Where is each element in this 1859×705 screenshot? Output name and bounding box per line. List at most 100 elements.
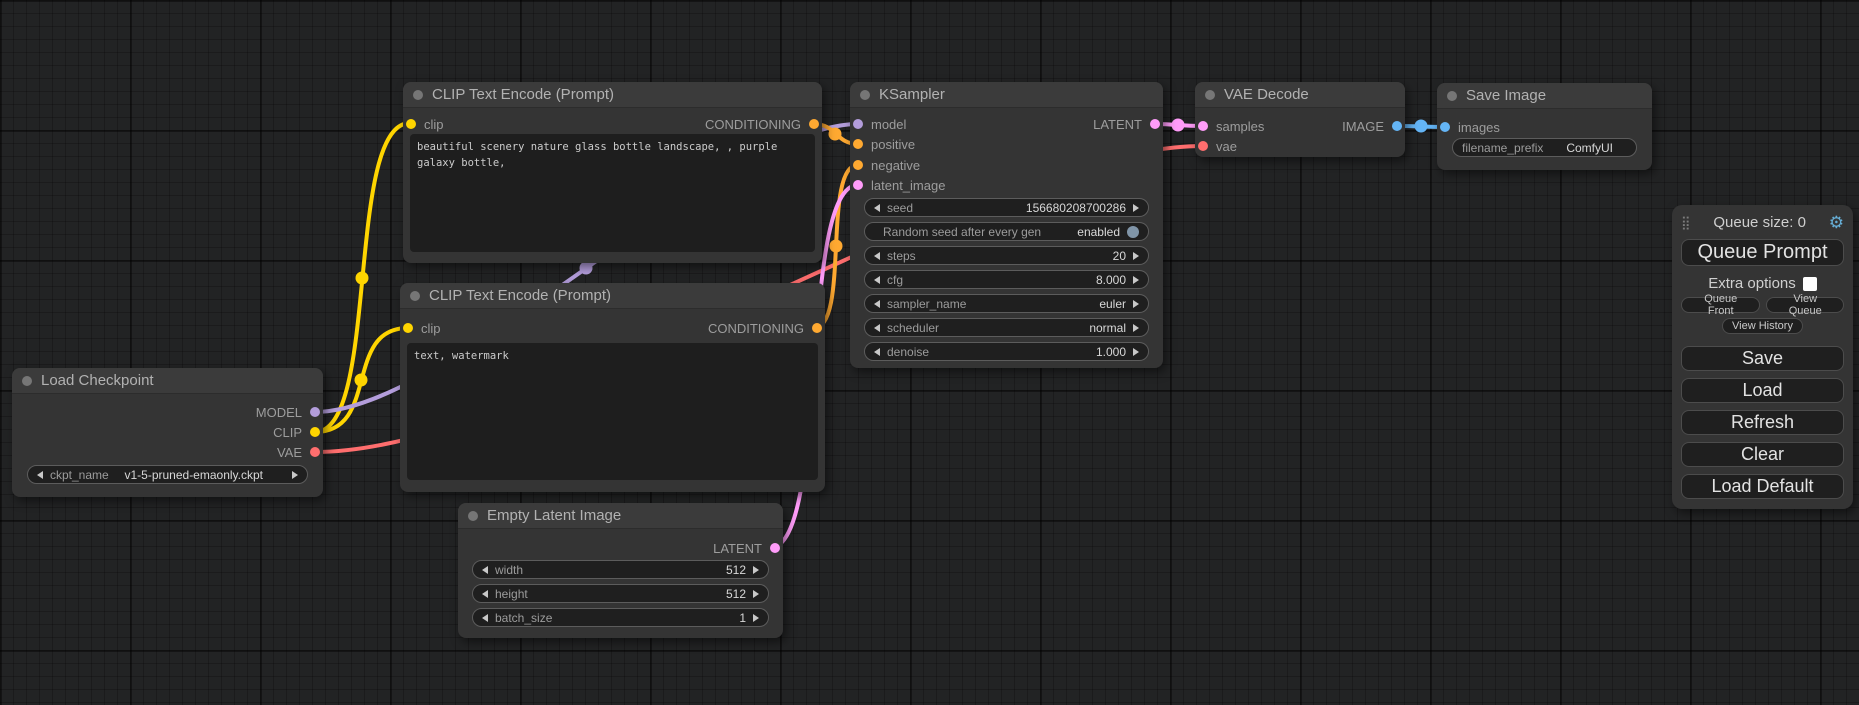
input-slot-clip[interactable]: clip: [403, 318, 441, 338]
decrement-arrow-icon[interactable]: [874, 324, 880, 332]
node-empty-latent-image[interactable]: Empty Latent Image LATENT width 512 heig…: [458, 503, 783, 638]
decrement-arrow-icon[interactable]: [874, 204, 880, 212]
input-slot-clip[interactable]: clip: [406, 114, 444, 134]
load-default-button[interactable]: Load Default: [1681, 474, 1844, 499]
output-slot-latent[interactable]: LATENT: [713, 538, 780, 558]
model-slot-dot-icon[interactable]: [853, 119, 863, 129]
seed-widget[interactable]: seed 156680208700286: [864, 198, 1149, 217]
conditioning-slot-dot-icon[interactable]: [853, 139, 863, 149]
view-history-button[interactable]: View History: [1722, 318, 1803, 334]
queue-prompt-button[interactable]: Queue Prompt: [1681, 239, 1844, 266]
node-title-bar[interactable]: CLIP Text Encode (Prompt): [400, 283, 825, 309]
cfg-widget[interactable]: cfg 8.000: [864, 270, 1149, 289]
decrement-arrow-icon[interactable]: [482, 590, 488, 598]
node-clip-text-encode-positive[interactable]: CLIP Text Encode (Prompt) clip CONDITION…: [403, 82, 822, 263]
width-widget[interactable]: width 512: [472, 560, 769, 579]
conditioning-slot-dot-icon[interactable]: [812, 323, 822, 333]
model-slot-dot-icon[interactable]: [310, 407, 320, 417]
node-ksampler[interactable]: KSampler model positive negative latent_…: [850, 82, 1163, 368]
collapse-dot-icon[interactable]: [410, 291, 420, 301]
prompt-text-input[interactable]: text, watermark: [407, 343, 818, 480]
decrement-arrow-icon[interactable]: [874, 276, 880, 284]
node-title-bar[interactable]: CLIP Text Encode (Prompt): [403, 82, 822, 108]
scheduler-widget[interactable]: scheduler normal: [864, 318, 1149, 337]
increment-arrow-icon[interactable]: [1133, 204, 1139, 212]
drag-handle-icon[interactable]: ⣿: [1681, 216, 1691, 229]
decrement-arrow-icon[interactable]: [874, 348, 880, 356]
random-seed-toggle-widget[interactable]: Random seed after every gen enabled: [864, 222, 1149, 241]
increment-arrow-icon[interactable]: [753, 614, 759, 622]
increment-arrow-icon[interactable]: [1133, 348, 1139, 356]
input-slot-latent-image[interactable]: latent_image: [853, 175, 945, 195]
save-button[interactable]: Save: [1681, 346, 1844, 371]
refresh-button[interactable]: Refresh: [1681, 410, 1844, 435]
output-slot-image[interactable]: IMAGE: [1342, 116, 1402, 136]
increment-arrow-icon[interactable]: [292, 471, 298, 479]
collapse-dot-icon[interactable]: [468, 511, 478, 521]
steps-widget[interactable]: steps 20: [864, 246, 1149, 265]
load-button[interactable]: Load: [1681, 378, 1844, 403]
collapse-dot-icon[interactable]: [22, 376, 32, 386]
node-vae-decode[interactable]: VAE Decode samples vae IMAGE: [1195, 82, 1405, 157]
output-slot-model[interactable]: MODEL: [256, 402, 320, 422]
queue-front-button[interactable]: Queue Front: [1681, 297, 1760, 313]
extra-options-checkbox[interactable]: [1803, 277, 1817, 291]
decrement-arrow-icon[interactable]: [37, 471, 43, 479]
image-slot-dot-icon[interactable]: [1440, 122, 1450, 132]
latent-slot-dot-icon[interactable]: [1150, 119, 1160, 129]
output-slot-latent[interactable]: LATENT: [1093, 114, 1160, 134]
increment-arrow-icon[interactable]: [753, 590, 759, 598]
input-slot-samples[interactable]: samples: [1198, 116, 1264, 136]
view-queue-button[interactable]: View Queue: [1766, 297, 1844, 313]
output-slot-clip[interactable]: CLIP: [273, 422, 320, 442]
collapse-dot-icon[interactable]: [1205, 90, 1215, 100]
image-slot-dot-icon[interactable]: [1392, 121, 1402, 131]
clip-slot-dot-icon[interactable]: [406, 119, 416, 129]
vae-slot-dot-icon[interactable]: [310, 447, 320, 457]
collapse-dot-icon[interactable]: [1447, 91, 1457, 101]
latent-slot-dot-icon[interactable]: [770, 543, 780, 553]
input-slot-images[interactable]: images: [1440, 117, 1500, 137]
output-slot-conditioning[interactable]: CONDITIONING: [705, 114, 819, 134]
sampler-name-widget[interactable]: sampler_name euler: [864, 294, 1149, 313]
node-clip-text-encode-negative[interactable]: CLIP Text Encode (Prompt) clip CONDITION…: [400, 283, 825, 492]
batch-size-widget[interactable]: batch_size 1: [472, 608, 769, 627]
node-title-bar[interactable]: Load Checkpoint: [12, 368, 323, 394]
denoise-widget[interactable]: denoise 1.000: [864, 342, 1149, 361]
increment-arrow-icon[interactable]: [753, 566, 759, 574]
node-title-bar[interactable]: Save Image: [1437, 83, 1652, 109]
settings-gear-icon[interactable]: ⚙: [1829, 214, 1844, 231]
height-widget[interactable]: height 512: [472, 584, 769, 603]
decrement-arrow-icon[interactable]: [874, 252, 880, 260]
increment-arrow-icon[interactable]: [1133, 276, 1139, 284]
vae-slot-dot-icon[interactable]: [1198, 141, 1208, 151]
conditioning-slot-dot-icon[interactable]: [853, 160, 863, 170]
decrement-arrow-icon[interactable]: [874, 300, 880, 308]
increment-arrow-icon[interactable]: [1133, 324, 1139, 332]
clip-slot-dot-icon[interactable]: [403, 323, 413, 333]
node-title-bar[interactable]: Empty Latent Image: [458, 503, 783, 529]
input-slot-vae[interactable]: vae: [1198, 136, 1237, 156]
conditioning-slot-dot-icon[interactable]: [809, 119, 819, 129]
clip-slot-dot-icon[interactable]: [310, 427, 320, 437]
node-save-image[interactable]: Save Image images filename_prefix ComfyU…: [1437, 83, 1652, 170]
input-slot-positive[interactable]: positive: [853, 134, 915, 154]
collapse-dot-icon[interactable]: [860, 90, 870, 100]
filename-prefix-widget[interactable]: filename_prefix ComfyUI: [1452, 138, 1637, 157]
latent-slot-dot-icon[interactable]: [1198, 121, 1208, 131]
collapse-dot-icon[interactable]: [413, 90, 423, 100]
prompt-text-input[interactable]: beautiful scenery nature glass bottle la…: [410, 134, 815, 252]
output-slot-vae[interactable]: VAE: [277, 442, 320, 462]
toggle-enabled-icon[interactable]: [1127, 226, 1139, 238]
node-load-checkpoint[interactable]: Load Checkpoint MODEL CLIP VAE ckpt_name…: [12, 368, 323, 497]
output-slot-conditioning[interactable]: CONDITIONING: [708, 318, 822, 338]
latent-slot-dot-icon[interactable]: [853, 180, 863, 190]
increment-arrow-icon[interactable]: [1133, 252, 1139, 260]
node-title-bar[interactable]: VAE Decode: [1195, 82, 1405, 108]
clear-button[interactable]: Clear: [1681, 442, 1844, 467]
input-slot-negative[interactable]: negative: [853, 155, 920, 175]
node-title-bar[interactable]: KSampler: [850, 82, 1163, 108]
ckpt-name-widget[interactable]: ckpt_name v1-5-pruned-emaonly.ckpt: [27, 465, 308, 484]
decrement-arrow-icon[interactable]: [482, 566, 488, 574]
input-slot-model[interactable]: model: [853, 114, 906, 134]
